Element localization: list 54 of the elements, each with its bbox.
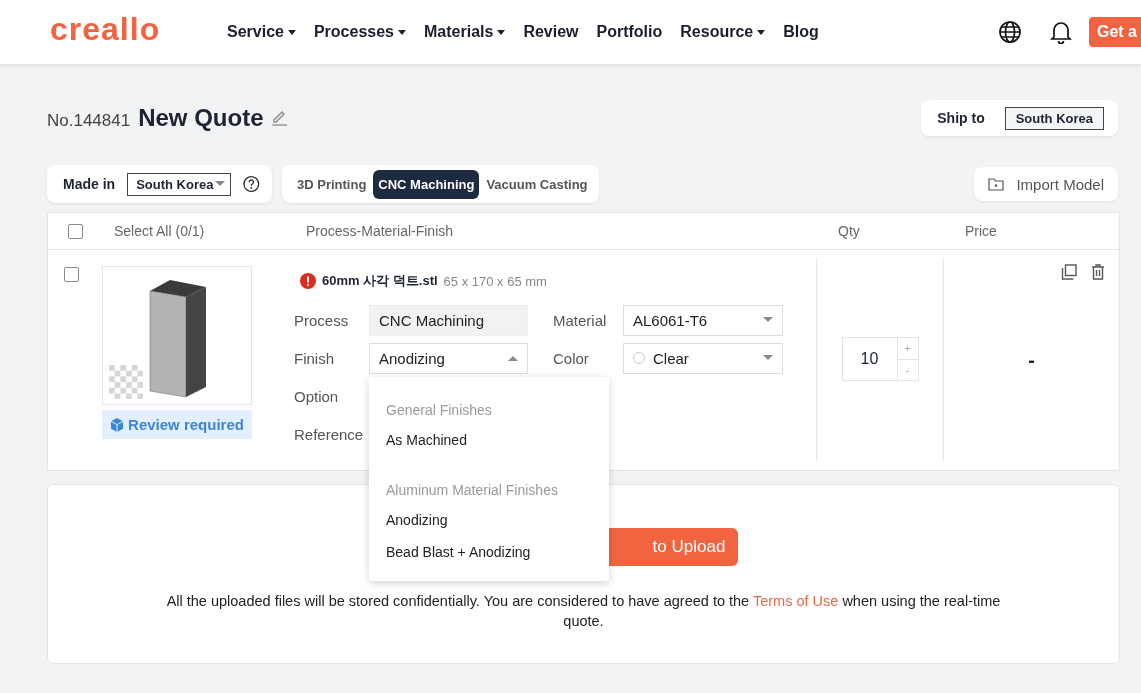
transparency-icon bbox=[109, 365, 143, 399]
caret-icon bbox=[763, 317, 773, 323]
notification-bell-icon[interactable] bbox=[1050, 20, 1072, 44]
globe-icon[interactable] bbox=[998, 20, 1022, 44]
caret-icon bbox=[508, 355, 518, 361]
nav-link[interactable]: Blog bbox=[783, 23, 819, 41]
made-in-label: Made in bbox=[63, 176, 116, 192]
quote-title: New Quote bbox=[138, 104, 264, 132]
help-icon[interactable] bbox=[243, 175, 260, 193]
column-header: Price bbox=[965, 223, 998, 239]
error-icon bbox=[300, 273, 316, 289]
country-select[interactable]: South Korea bbox=[1004, 106, 1104, 130]
process-tab[interactable]: CNC Machining bbox=[373, 169, 480, 199]
cube-icon bbox=[110, 417, 125, 432]
ship-to-label: Ship to bbox=[937, 110, 985, 126]
nav-link[interactable]: Portfolio bbox=[596, 23, 663, 41]
nav-link[interactable]: Processes bbox=[313, 23, 394, 41]
country-select[interactable]: South Korea bbox=[127, 172, 232, 196]
field-label: Process bbox=[294, 311, 350, 329]
file-name: 60mm 사각 덕트.stl bbox=[322, 272, 438, 290]
copy-icon[interactable] bbox=[1061, 264, 1077, 280]
delete-icon[interactable] bbox=[1091, 264, 1105, 280]
field-label: Material bbox=[553, 311, 608, 329]
field-label: Color bbox=[553, 349, 590, 367]
upload-notice: All the uploaded files will be stored confidentially. You are considered to have agreed to the Terms of Use when using the real-time quote. bbox=[165, 592, 1002, 631]
import-model-button[interactable]: Import Model bbox=[974, 167, 1118, 201]
color-select[interactable]: Clear bbox=[623, 342, 783, 374]
field-label: Reference bbox=[294, 425, 365, 443]
nav-link[interactable]: Materials bbox=[424, 23, 494, 41]
checkbox[interactable] bbox=[68, 223, 83, 239]
review-status-badge: Review required bbox=[102, 410, 252, 439]
caret-icon bbox=[215, 181, 226, 187]
nav-link[interactable]: Resource bbox=[680, 23, 754, 41]
folder-icon bbox=[988, 177, 1005, 191]
quote-number: No.144841 bbox=[47, 111, 131, 131]
menu-option[interactable]: As Machined bbox=[369, 424, 609, 457]
nav-link[interactable]: Review bbox=[523, 23, 579, 41]
caret-icon bbox=[763, 355, 773, 361]
menu-group-heading: General Finishes bbox=[385, 400, 493, 420]
menu-group-heading: Aluminum Material Finishes bbox=[385, 480, 559, 500]
material-select[interactable]: AL6061-T6 bbox=[623, 304, 783, 336]
checkbox[interactable] bbox=[64, 267, 79, 282]
field-label: Finish bbox=[294, 349, 335, 367]
field-label: Option bbox=[294, 387, 340, 405]
column-header: Select All (0/1) bbox=[114, 223, 206, 239]
process-field: CNC Machining bbox=[369, 304, 528, 336]
nav-link[interactable]: Service bbox=[227, 23, 284, 41]
file-dimensions: 65 x 170 x 65 mm bbox=[443, 273, 547, 289]
process-tab[interactable]: 3D Printing bbox=[292, 169, 372, 199]
column-header: Qty bbox=[838, 223, 861, 239]
price-value: - bbox=[1028, 348, 1035, 372]
finish-select[interactable]: Anodizing bbox=[369, 342, 528, 374]
column-header: Process-Material-Finish bbox=[306, 223, 455, 239]
process-tab[interactable]: Vacuum Casting bbox=[481, 169, 593, 199]
